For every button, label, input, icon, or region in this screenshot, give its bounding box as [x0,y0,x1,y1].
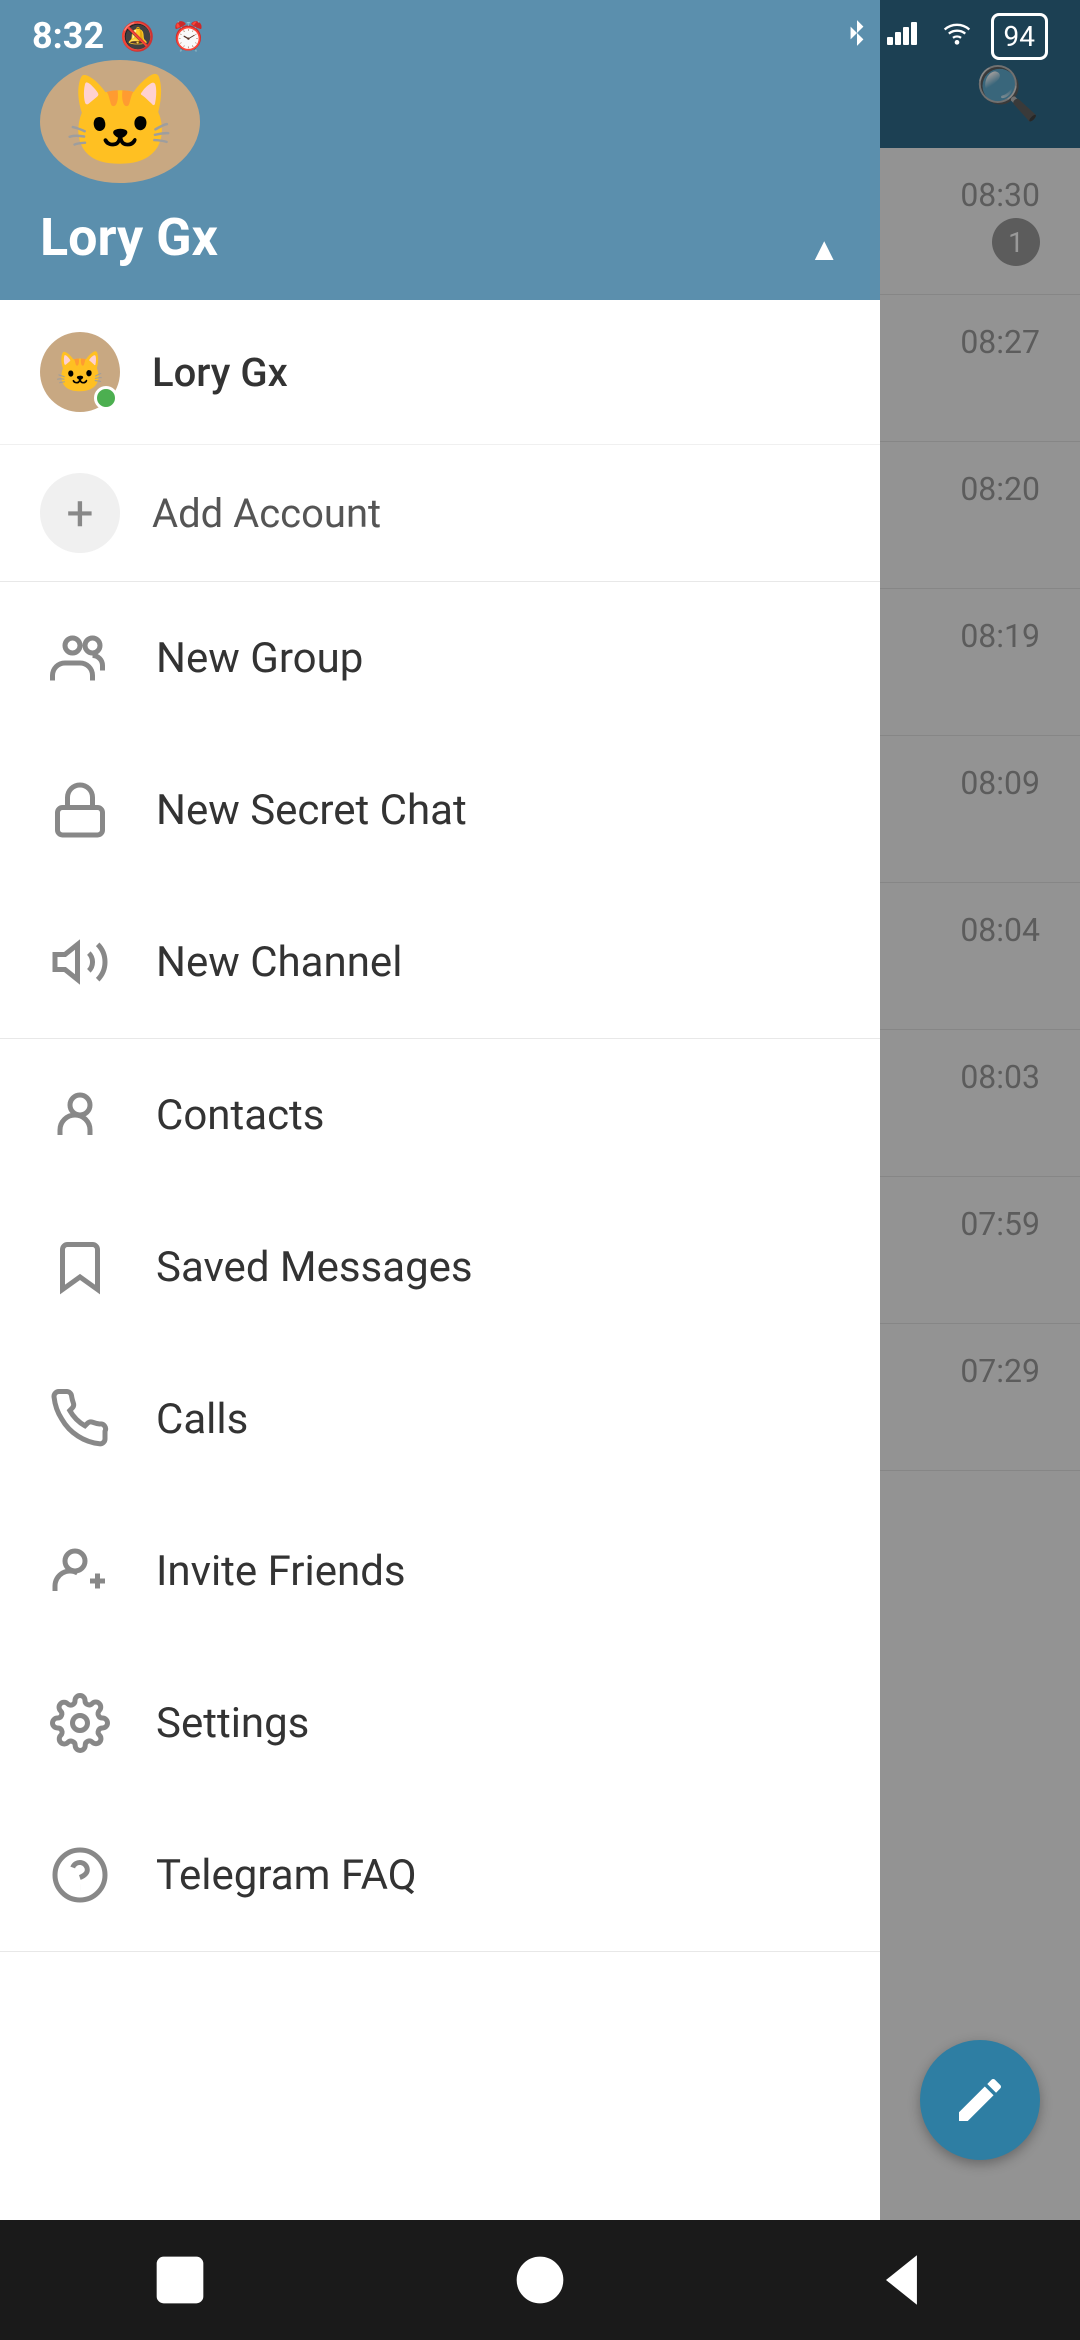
lock-icon [40,770,120,850]
alarm-icon: ⏰ [171,20,206,53]
account-section: 🐱 Lory Gx + Add Account [0,300,880,582]
new-secret-chat-label: New Secret Chat [156,786,467,835]
group-icon [40,618,120,698]
home-button[interactable] [500,2240,580,2320]
contacts-item[interactable]: Contacts [0,1039,880,1191]
telegram-faq-item[interactable]: Telegram FAQ [0,1799,880,1951]
settings-item[interactable]: Settings [0,1647,880,1799]
calls-item[interactable]: Calls [0,1343,880,1495]
navigation-bar [0,2220,1080,2340]
bookmark-icon [40,1227,120,1307]
new-channel-item[interactable]: New Channel [0,886,880,1038]
menu-section-2: Contacts Saved Messages Calls [0,1039,880,1952]
silent-icon: 🔕 [120,20,155,53]
expand-icon[interactable]: ▲ [808,230,840,268]
telegram-faq-label: Telegram FAQ [156,1851,417,1900]
add-account-item[interactable]: + Add Account [0,444,880,581]
gear-icon [40,1683,120,1763]
help-circle-icon [40,1835,120,1915]
invite-friends-item[interactable]: Invite Friends [0,1495,880,1647]
time-display: 8:32 [32,15,104,57]
new-group-label: New Group [156,634,363,683]
new-secret-chat-item[interactable]: New Secret Chat [0,734,880,886]
recent-apps-button[interactable] [140,2240,220,2320]
settings-label: Settings [156,1699,309,1748]
drawer-username: Lory Gx [40,207,840,268]
new-channel-label: New Channel [156,938,402,987]
online-indicator [94,386,118,410]
add-account-icon: + [40,473,120,553]
account-name-label: Lory Gx [152,349,288,396]
megaphone-icon [40,922,120,1002]
status-bar: 8:32 🔕 ⏰ 94 [0,0,1080,72]
saved-messages-item[interactable]: Saved Messages [0,1191,880,1343]
saved-messages-label: Saved Messages [156,1243,473,1292]
calls-label: Calls [156,1395,248,1444]
menu-section-1: New Group New Secret Chat New Channel [0,582,880,1039]
new-group-item[interactable]: New Group [0,582,880,734]
invite-friends-label: Invite Friends [156,1547,406,1596]
compose-fab[interactable] [920,2040,1040,2160]
person-icon [40,1075,120,1155]
wifi-icon [939,17,975,55]
person-add-icon [40,1531,120,1611]
current-account-item[interactable]: 🐱 Lory Gx [0,300,880,444]
battery-indicator: 94 [991,13,1048,60]
add-account-label: Add Account [152,490,381,537]
phone-icon [40,1379,120,1459]
back-button[interactable] [860,2240,940,2320]
navigation-drawer: 🐱 Lory Gx ▲ 🐱 Lory Gx + Add Account [0,0,880,2340]
avatar[interactable]: 🐱 [40,60,200,183]
signal-icon [887,17,923,55]
contacts-label: Contacts [156,1091,324,1140]
bluetooth-icon [843,17,871,55]
account-avatar: 🐱 [40,332,120,412]
